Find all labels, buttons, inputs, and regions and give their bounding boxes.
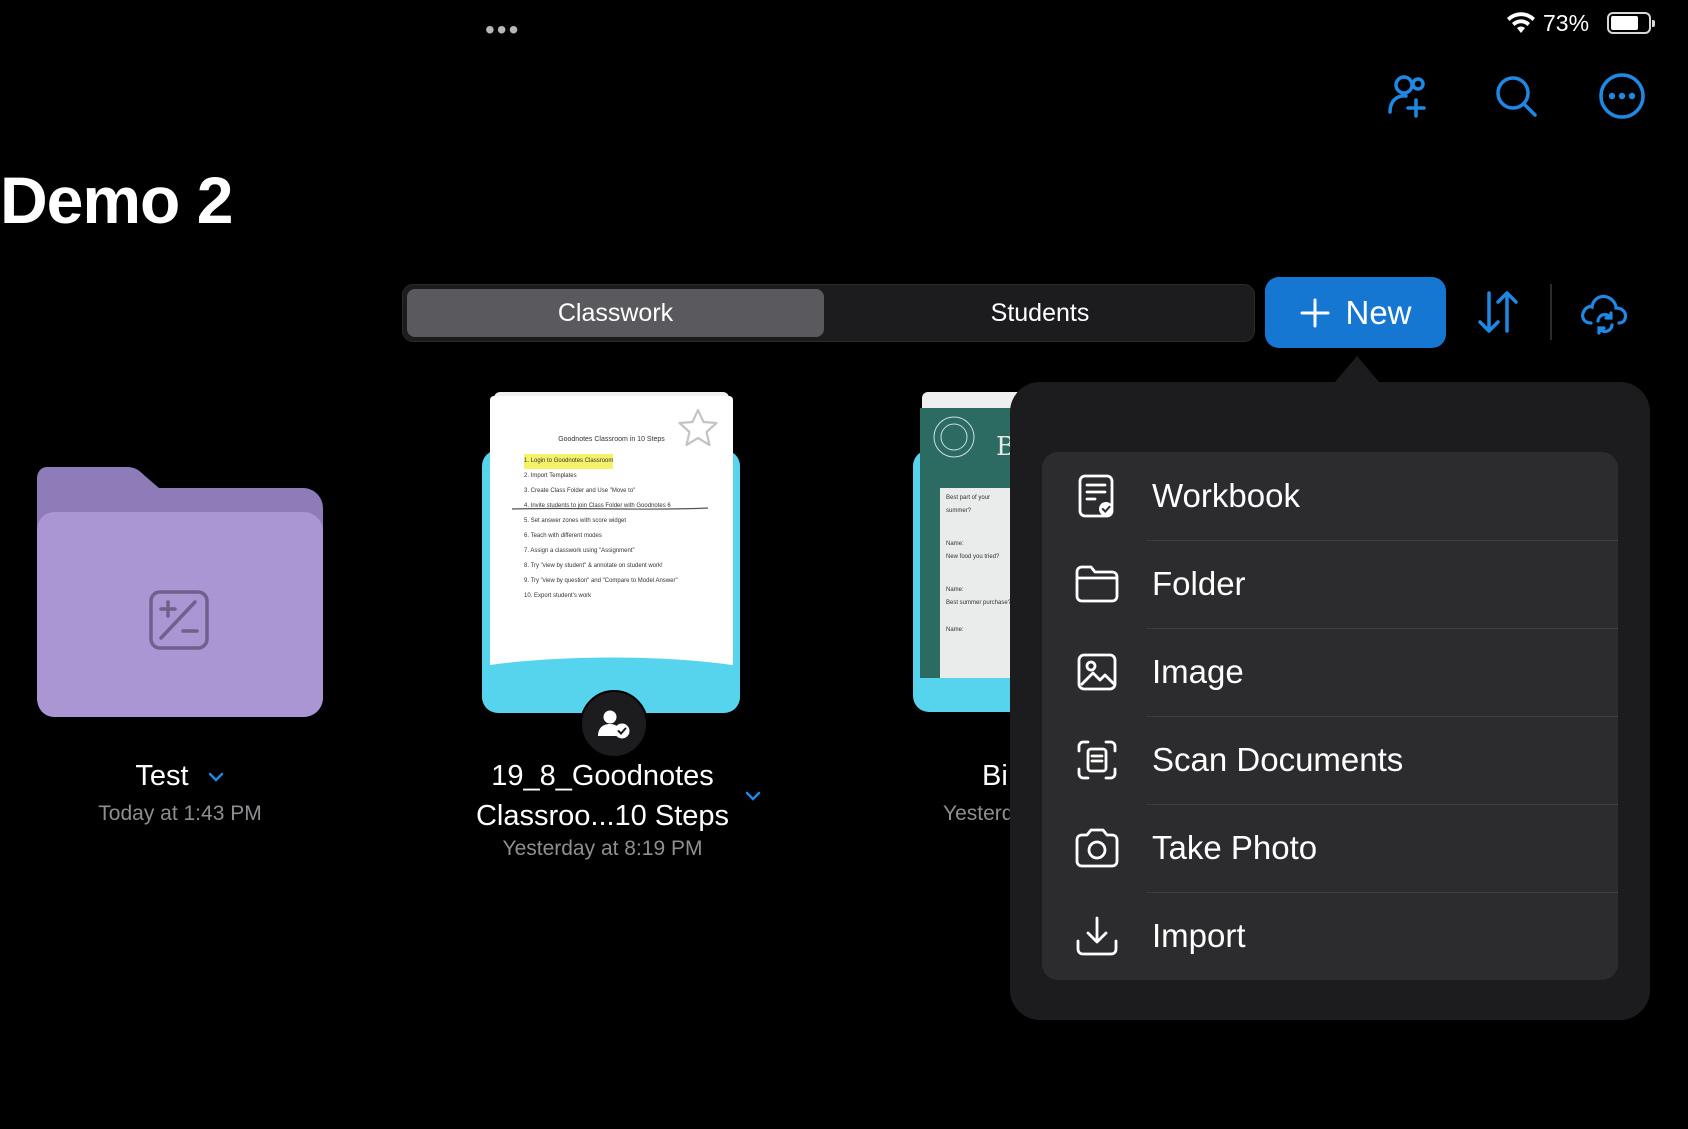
more-options-icon[interactable]	[1594, 68, 1650, 124]
doc2-line: Name:	[946, 627, 964, 633]
student-check-icon	[598, 710, 630, 739]
new-button[interactable]: New	[1265, 277, 1446, 348]
doc2-line: Name:	[946, 541, 964, 547]
item-title-partial[interactable]: Bi	[982, 760, 1008, 793]
menu-item-label: Workbook	[1152, 477, 1300, 514]
folder-icon	[1075, 565, 1119, 603]
new-item-menu-list: Workbook Folder Image Scan Documents Tak…	[1042, 452, 1618, 980]
notebook-page-preview[interactable]: Goodnotes Classroom in 10 Steps 1. Login…	[490, 396, 733, 678]
folder-stats-icon	[149, 590, 209, 650]
workbook-icon	[1078, 474, 1114, 518]
sort-icon[interactable]	[1470, 284, 1526, 340]
menu-item-label: Take Photo	[1152, 829, 1318, 866]
menu-item-image[interactable]: Image	[1042, 628, 1618, 716]
swirl-decoration	[933, 416, 975, 458]
tab-students[interactable]: Students	[830, 289, 1250, 337]
cloud-sync-icon[interactable]	[1576, 284, 1632, 340]
item-title-goodnotes[interactable]: 19_8_Goodnotes Classroo...10 Steps	[450, 756, 755, 836]
menu-item-scan-documents[interactable]: Scan Documents	[1042, 716, 1618, 804]
notebook-page-preview-partial[interactable]: B Best part of your summer? Name: New fo…	[920, 408, 1020, 678]
camera-icon	[1075, 828, 1119, 868]
pen-stroke	[511, 507, 709, 510]
menu-item-take-photo[interactable]: Take Photo	[1042, 804, 1618, 892]
item-name-line2: Classroo...10 Steps	[475, 800, 730, 832]
import-icon	[1076, 916, 1118, 956]
doc2-line: Best summer purchase?	[946, 600, 1012, 606]
item-name-line1: 19_8_Goodnotes	[491, 760, 714, 792]
battery-percent: 73%	[1543, 10, 1590, 36]
menu-item-folder[interactable]: Folder	[1042, 540, 1618, 628]
doc-list: 1. Login to Goodnotes Classroom 2. Impor…	[524, 454, 678, 604]
menu-item-label: Image	[1152, 653, 1244, 690]
toolbar-divider	[1550, 284, 1552, 340]
item-date-partial: Yesterd	[943, 802, 1014, 825]
shared-student-badge	[580, 690, 648, 758]
doc-line: 6. Teach with different modes	[524, 533, 602, 539]
menu-pointer	[1335, 356, 1379, 382]
add-collaborator-icon[interactable]	[1378, 68, 1434, 124]
item-title-test[interactable]: Test	[60, 760, 300, 793]
doc-line: 8. Try "view by student" & annotate on s…	[524, 563, 663, 569]
menu-item-workbook[interactable]: Workbook	[1042, 452, 1618, 540]
battery-icon	[1607, 12, 1655, 34]
doc-line: 5. Set answer zones with score widget	[524, 518, 627, 524]
item-name: Test	[135, 760, 189, 792]
item-date-test: Today at 1:43 PM	[98, 802, 262, 825]
menu-item-label: Scan Documents	[1152, 741, 1404, 778]
doc2-line: Best part of your summer?	[946, 495, 991, 514]
doc2-card: Best part of your summer? Name: New food…	[940, 488, 1020, 678]
new-button-label: New	[1345, 293, 1412, 331]
tab-classwork[interactable]: Classwork	[407, 289, 824, 337]
menu-item-label: Import	[1152, 917, 1246, 954]
doc2-line: Name:	[946, 587, 964, 593]
doc-line: 1. Login to Goodnotes Classroom	[524, 454, 614, 469]
favorite-star-icon[interactable]	[677, 408, 719, 448]
segmented-control: Classwork Students	[402, 284, 1255, 342]
doc-line: 7. Assign a classwork using "Assignment"	[524, 548, 635, 554]
plus-icon	[1300, 298, 1330, 327]
menu-item-label: Folder	[1152, 565, 1246, 602]
folder-thumbnail[interactable]	[35, 467, 325, 724]
new-item-menu: Workbook Folder Image Scan Documents Tak…	[1010, 382, 1650, 1020]
page-title: Demo 2	[0, 163, 233, 237]
wifi-icon	[1507, 12, 1535, 33]
doc-line: 2. Import Templates	[524, 473, 577, 479]
scan-icon	[1077, 740, 1117, 780]
chevron-down-icon[interactable]	[207, 771, 225, 783]
doc-line: 3. Create Class Folder and Use "Move to"	[524, 488, 636, 494]
doc2-line: New food you tried?	[946, 554, 1000, 560]
image-icon	[1077, 653, 1117, 691]
search-icon[interactable]	[1488, 68, 1544, 124]
menu-item-import[interactable]: Import	[1042, 892, 1618, 980]
doc-line: 9. Try "view by question" and "Compare t…	[524, 578, 678, 584]
multitasking-dots[interactable]: •••	[485, 14, 520, 46]
chevron-down-icon[interactable]	[744, 790, 762, 802]
item-date-goodnotes: Yesterday at 8:19 PM	[502, 837, 703, 860]
doc-line: 10. Export student's work	[524, 593, 592, 599]
